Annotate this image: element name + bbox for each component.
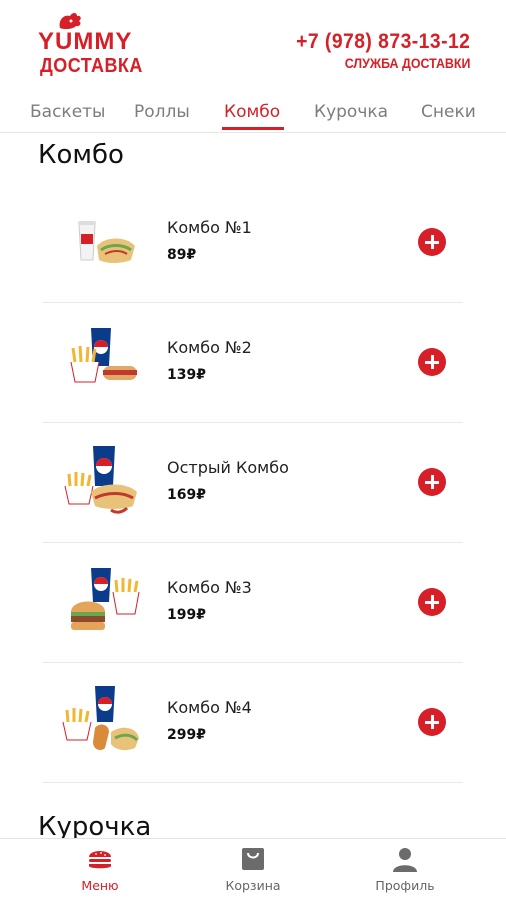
logo-title: YUMMY xyxy=(38,28,133,55)
chicken-logo-icon xyxy=(59,13,81,30)
combo-4-image xyxy=(62,686,139,751)
item-price: 299₽ xyxy=(167,727,206,743)
item-name: Комбо №1 xyxy=(167,218,252,237)
item-name: Острый Комбо xyxy=(167,458,289,477)
item-price: 89₽ xyxy=(167,247,197,263)
add-to-cart-button[interactable] xyxy=(418,708,446,736)
active-tab-indicator xyxy=(222,127,284,130)
nav-cart[interactable]: Корзина xyxy=(198,845,308,893)
delivery-service-label: СЛУЖБА ДОСТАВКИ xyxy=(344,56,470,71)
category-tabs: Баскеты Роллы Комбо Курочка Снеки xyxy=(0,98,506,133)
yummy-logo[interactable]: YUMMY ДОСТАВКА xyxy=(36,8,146,78)
menu-item[interactable]: Комбо №2 139₽ xyxy=(43,302,463,423)
add-to-cart-button[interactable] xyxy=(418,228,446,256)
tab-chicken[interactable]: Курочка xyxy=(314,102,388,122)
app-header: YUMMY ДОСТАВКА +7 (978) 873-13-12 СЛУЖБА… xyxy=(0,0,506,98)
nav-cart-label: Корзина xyxy=(225,878,281,893)
item-name: Комбо №4 xyxy=(167,698,252,717)
bottom-navigation: Меню Корзина Профиль xyxy=(0,838,506,901)
combo-3-image xyxy=(71,568,140,630)
logo-subtitle: ДОСТАВКА xyxy=(40,55,143,77)
add-to-cart-button[interactable] xyxy=(418,588,446,616)
cart-bag-icon xyxy=(242,848,264,870)
profile-icon xyxy=(393,848,417,872)
tab-combo[interactable]: Комбо xyxy=(224,102,280,122)
spicy-combo-image xyxy=(64,446,137,514)
item-name: Комбо №2 xyxy=(167,338,252,357)
tab-snacks[interactable]: Снеки xyxy=(421,102,476,122)
phone-block[interactable]: +7 (978) 873-13-12 СЛУЖБА ДОСТАВКИ xyxy=(281,30,470,71)
nav-menu-label: Меню xyxy=(81,878,119,893)
menu-item[interactable]: Комбо №1 89₽ xyxy=(43,182,463,303)
tab-rolls[interactable]: Роллы xyxy=(134,102,190,122)
item-name: Комбо №3 xyxy=(167,578,252,597)
nav-menu[interactable]: Меню xyxy=(45,845,155,893)
phone-number[interactable]: +7 (978) 873-13-12 xyxy=(296,30,470,54)
item-price: 139₽ xyxy=(167,367,206,383)
menu-item[interactable]: Комбо №4 299₽ xyxy=(43,662,463,783)
item-price: 169₽ xyxy=(167,487,206,503)
section-title: Комбо xyxy=(38,140,124,170)
add-to-cart-button[interactable] xyxy=(418,348,446,376)
add-to-cart-button[interactable] xyxy=(418,468,446,496)
burger-icon xyxy=(89,851,111,869)
combo-1-image xyxy=(78,221,135,263)
tab-baskets[interactable]: Баскеты xyxy=(30,102,105,122)
menu-item[interactable]: Острый Комбо 169₽ xyxy=(43,422,463,543)
nav-profile[interactable]: Профиль xyxy=(350,845,460,893)
combo-2-image xyxy=(70,328,137,383)
nav-profile-label: Профиль xyxy=(375,878,435,893)
menu-item[interactable]: Комбо №3 199₽ xyxy=(43,542,463,663)
item-price: 199₽ xyxy=(167,607,206,623)
